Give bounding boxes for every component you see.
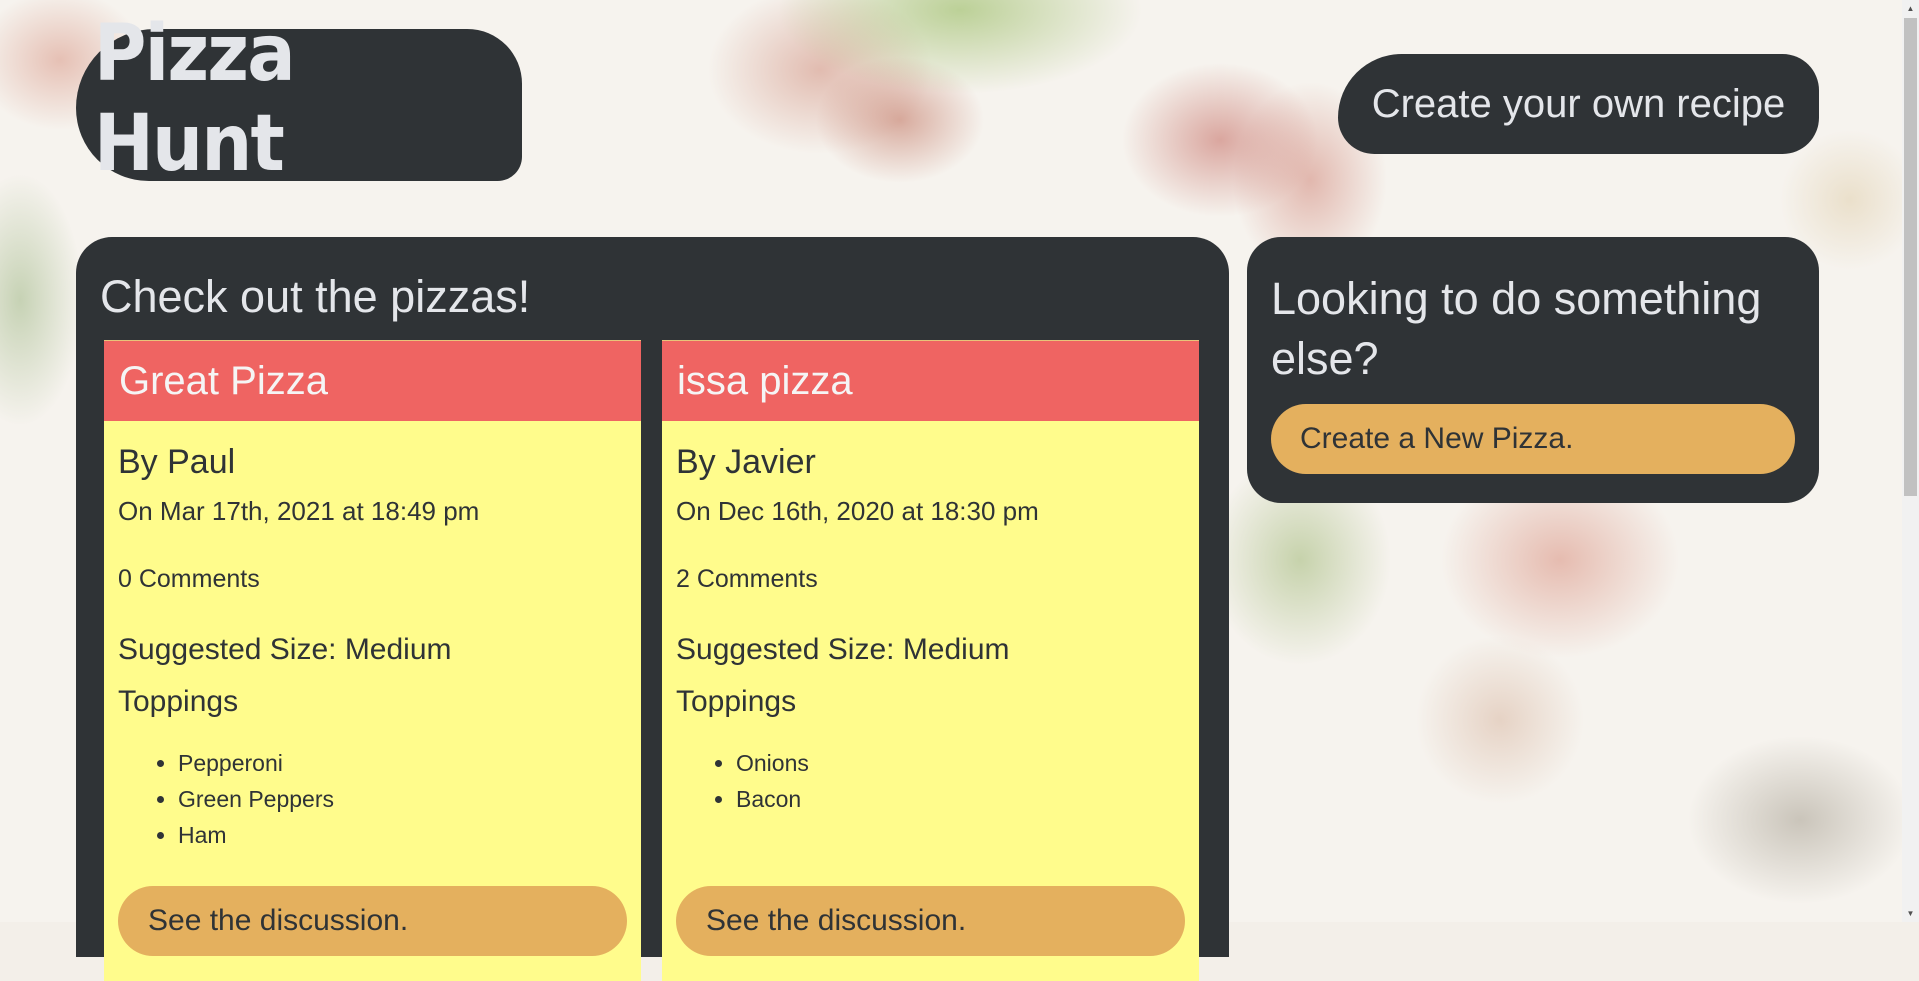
pizza-card-title: Great Pizza (104, 341, 641, 421)
topping-item: Bacon (736, 781, 1185, 817)
pizza-size: Suggested Size: Medium (118, 633, 452, 666)
logo-container[interactable]: Pizza Hunt (76, 9, 522, 189)
topping-item: Onions (736, 745, 1185, 781)
see-discussion-button[interactable]: See the discussion. (676, 886, 1185, 956)
topping-item: Ham (178, 817, 627, 853)
toppings-list: Onions Bacon (676, 745, 1185, 817)
toppings-label: Toppings (118, 685, 239, 718)
vertical-scrollbar[interactable]: ▲ ▼ (1902, 0, 1919, 922)
topping-item: Green Peppers (178, 781, 627, 817)
create-new-pizza-button[interactable]: Create a New Pizza. (1271, 404, 1795, 474)
see-discussion-button[interactable]: See the discussion. (118, 886, 627, 956)
pizza-list-heading: Check out the pizzas! (100, 271, 531, 322)
scroll-down-arrow-icon[interactable]: ▼ (1902, 905, 1919, 922)
pizza-comment-count: 2 Comments (676, 565, 818, 593)
pizza-card-body: By Javier On Dec 16th, 2020 at 18:30 pm … (662, 443, 1199, 817)
pizza-date: On Mar 17th, 2021 at 18:49 pm (118, 496, 480, 526)
pizza-list-panel: Check out the pizzas! Great Pizza By Pau… (76, 237, 1229, 981)
pizza-card: Great Pizza By Paul On Mar 17th, 2021 at… (104, 340, 641, 981)
side-panel: Looking to do something else? Create a N… (1247, 237, 1819, 503)
toppings-label: Toppings (676, 685, 797, 718)
toppings-list: Pepperoni Green Peppers Ham (118, 745, 627, 853)
pizza-size: Suggested Size: Medium (676, 633, 1010, 666)
site-logo[interactable]: Pizza Hunt (94, 9, 504, 189)
pizza-card-title: issa pizza (662, 341, 1199, 421)
pizza-card-body: By Paul On Mar 17th, 2021 at 18:49 pm 0 … (104, 443, 641, 853)
scrollbar-thumb[interactable] (1904, 18, 1917, 496)
scroll-up-arrow-icon[interactable]: ▲ (1902, 0, 1919, 17)
pizza-author: By Javier (676, 443, 816, 481)
pizza-comment-count: 0 Comments (118, 565, 260, 593)
pizza-card: issa pizza By Javier On Dec 16th, 2020 a… (662, 340, 1199, 981)
pizza-author: By Paul (118, 443, 236, 481)
pizza-date: On Dec 16th, 2020 at 18:30 pm (676, 496, 1039, 526)
side-panel-heading: Looking to do something else? (1271, 273, 1762, 384)
create-recipe-link[interactable]: Create your own recipe (1338, 54, 1819, 154)
topping-item: Pepperoni (178, 745, 627, 781)
